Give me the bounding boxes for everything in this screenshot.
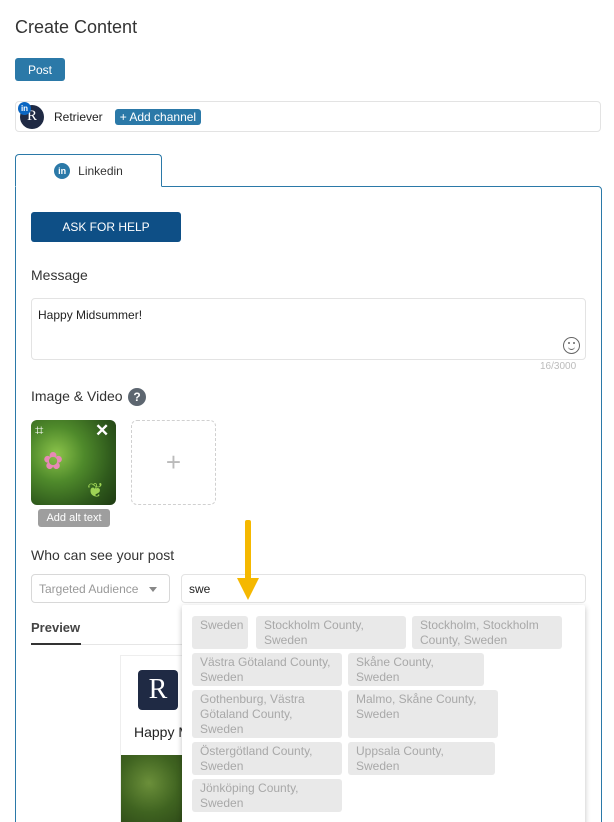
message-label: Message (31, 267, 88, 283)
message-counter: 16/3000 (540, 361, 577, 372)
suggestion-chip[interactable]: Uppsala County, Sweden (348, 742, 495, 775)
preview-tab[interactable]: Preview (31, 620, 80, 635)
arrow-shaft (245, 520, 251, 582)
preview-tab-underline (31, 643, 81, 645)
chevron-down-icon (149, 587, 157, 592)
help-icon[interactable]: ? (128, 388, 146, 406)
linkedin-badge-icon: in (18, 101, 31, 115)
suggestion-chip[interactable]: Jönköping County, Sweden (192, 779, 342, 812)
remove-media-icon[interactable]: ✕ (95, 421, 109, 441)
suggestion-chip[interactable]: Stockholm, Stockholm County, Sweden (412, 616, 562, 649)
channel-bar: R in Retriever + Add channel (15, 101, 601, 132)
annotation-arrow-icon (237, 520, 259, 600)
audience-select-value: Targeted Audience (39, 581, 139, 596)
suggestion-chip[interactable]: Gothenburg, Västra Götaland County, Swed… (192, 690, 342, 738)
emoji-icon[interactable] (563, 337, 580, 354)
tab-label: Linkedin (78, 163, 123, 178)
suggestion-chip[interactable]: Östergötland County, Sweden (192, 742, 342, 775)
preview-divider (81, 644, 191, 645)
suggestion-chip[interactable]: Skåne County, Sweden (348, 653, 484, 686)
preview-image (121, 755, 191, 822)
preview-avatar: R (138, 670, 178, 710)
suggestion-chip[interactable]: Malmo, Skåne County, Sweden (348, 690, 498, 738)
location-suggestions-dropdown: Sweden Stockholm County, Sweden Stockhol… (182, 605, 585, 822)
audience-select[interactable]: Targeted Audience (31, 574, 170, 603)
media-thumbnail[interactable]: ✿ ❦ ⌗ ✕ (31, 420, 116, 505)
media-label: Image & Video (31, 388, 123, 404)
linkedin-icon: in (54, 162, 71, 179)
add-channel-button[interactable]: + Add channel (114, 108, 202, 125)
tab-linkedin[interactable]: in Linkedin (15, 154, 162, 187)
page-title: Create Content (15, 17, 138, 37)
audience-label: Who can see your post (31, 547, 175, 563)
add-media-button[interactable]: + (131, 420, 216, 505)
suggestion-chip[interactable]: Stockholm County, Sweden (256, 616, 406, 649)
suggestion-chip[interactable]: Västra Götaland County, Sweden (192, 653, 342, 686)
add-alt-text-button[interactable]: Add alt text (38, 509, 110, 527)
post-button[interactable]: Post (15, 58, 65, 81)
flower-image: ✿ (43, 448, 64, 475)
channel-name: Retriever (54, 109, 103, 124)
channel-avatar[interactable]: R in (18, 101, 44, 129)
suggestion-chip[interactable]: Sweden (192, 616, 248, 649)
arrow-head (237, 578, 259, 600)
leaf-image: ❦ (87, 480, 104, 502)
preview-text: Happy Midsummer! (134, 724, 184, 740)
message-input[interactable]: Happy Midsummer! (31, 298, 586, 360)
ask-for-help-button[interactable]: ASK FOR HELP (31, 212, 181, 242)
crop-icon[interactable]: ⌗ (35, 422, 43, 439)
